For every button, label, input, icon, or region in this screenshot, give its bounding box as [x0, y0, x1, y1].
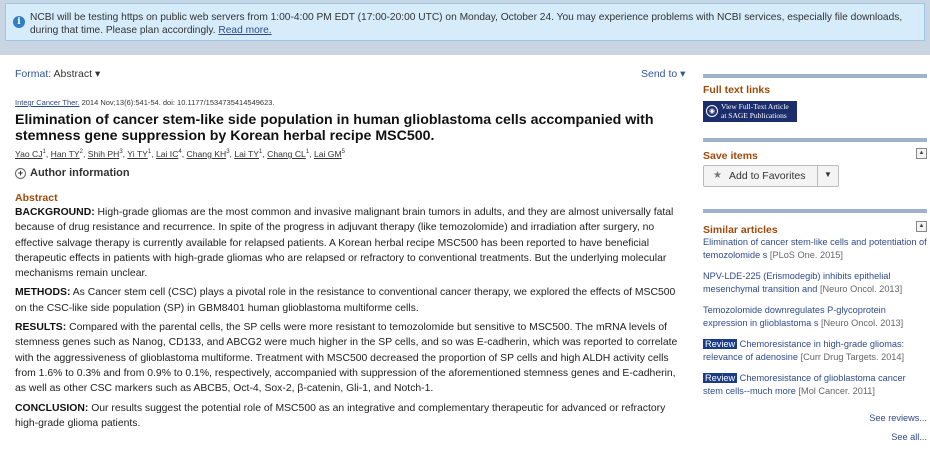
format-selector[interactable]: Format: Abstract ▾: [15, 68, 100, 80]
author-affiliation-number: 1: [305, 149, 310, 156]
abstract-section-text: Our results suggest the potential role o…: [15, 402, 666, 429]
abstract-section-label: BACKGROUND:: [15, 207, 95, 218]
abstract-section-label: CONCLUSION:: [15, 402, 89, 414]
read-more-link[interactable]: Read more.: [218, 25, 271, 36]
abstract-section-text: Compared with the parental cells, the SP…: [15, 322, 678, 395]
review-badge: Review: [703, 373, 738, 383]
similar-article-source: [PLoS One. 2015]: [769, 249, 843, 260]
journal-link[interactable]: Integr Cancer Ther.: [15, 98, 79, 107]
similar-article-source: [Mol Cancer. 2011]: [798, 385, 875, 396]
send-to-menu[interactable]: Send to ▾: [641, 68, 685, 80]
save-items-section: Save items ▲: [703, 138, 927, 162]
sage-badge-text: View Full-Text Article at SAGE Publicatio…: [721, 102, 789, 120]
author-affiliation-number: 3: [226, 149, 230, 156]
author-list: Yao CJ1, Han TY2, Shih PH3, Yi TY1, Lai …: [15, 149, 345, 159]
collapse-icon[interactable]: ▲: [916, 221, 927, 232]
section-divider: [703, 138, 927, 142]
citation-details: 2014 Nov;13(6):541-54. doi: 10.1177/1534…: [79, 98, 275, 107]
similar-article-link[interactable]: Review Chemoresistance of glioblastoma c…: [703, 372, 927, 397]
author-link[interactable]: Yao CJ: [15, 149, 43, 159]
author-link[interactable]: Chang KH: [187, 149, 227, 159]
info-icon: i: [13, 16, 25, 28]
abstract-section-label: RESULTS:: [15, 322, 67, 334]
similar-articles-heading: Similar articles: [703, 224, 778, 236]
abstract-body: BACKGROUND: High-grade gliomas are the m…: [15, 205, 683, 435]
abstract-section-label: METHODS:: [15, 287, 71, 299]
author-info-label: Author information: [30, 167, 130, 179]
notice-text: NCBI will be testing https on public web…: [30, 11, 910, 37]
notice-message: NCBI will be testing https on public web…: [30, 12, 903, 36]
chevron-down-icon[interactable]: ▼: [824, 170, 832, 179]
abstract-paragraph: CONCLUSION: Our results suggest the pote…: [15, 401, 683, 432]
sage-badge-line2: at SAGE Publications: [721, 110, 787, 120]
similar-article-link[interactable]: NPV-LDE-225 (Erismodegib) inhibits epith…: [703, 270, 927, 295]
author-link[interactable]: Lai GM: [314, 149, 342, 159]
article-title: Elimination of cancer stem-like side pop…: [15, 112, 654, 144]
citation: Integr Cancer Ther. 2014 Nov;13(6):541-5…: [15, 98, 275, 107]
see-all-link[interactable]: See all...: [891, 432, 927, 442]
author-affiliation-number: 5: [341, 149, 345, 156]
similar-article-link[interactable]: Temozolomide downregulates P-glycoprotei…: [703, 304, 927, 329]
abstract-section-text: High-grade gliomas are the most common a…: [15, 207, 674, 280]
author-affiliation-number: 4: [178, 149, 182, 156]
sage-full-text-link[interactable]: ◉ View Full-Text Article at SAGE Publicat…: [703, 101, 797, 122]
full-text-heading: Full text links: [703, 84, 771, 96]
chevron-down-icon: ▾: [94, 68, 101, 80]
author-link[interactable]: Lai TY: [234, 149, 259, 159]
full-text-section: Full text links: [703, 74, 927, 96]
author-link[interactable]: Chang CL: [267, 149, 306, 159]
similar-articles-section: Similar articles ▲: [703, 209, 927, 236]
chevron-down-icon: ▾: [680, 68, 686, 80]
author-affiliation-number: 1: [42, 149, 46, 156]
section-divider: [703, 74, 927, 78]
author-link[interactable]: Shih PH: [88, 149, 120, 159]
page-content: Format: Abstract ▾ Send to ▾ Integr Canc…: [0, 55, 930, 450]
similar-article-source: [Neuro Oncol. 2013]: [819, 283, 903, 294]
review-badge: Review: [703, 339, 738, 349]
similar-article-source: [Curr Drug Targets. 2014]: [800, 351, 905, 362]
similar-article-source: [Neuro Oncol. 2013]: [820, 317, 904, 328]
author-affiliation-number: 3: [119, 149, 123, 156]
section-divider: [703, 209, 927, 213]
add-to-favorites-button[interactable]: ★ Add to Favorites ▼: [703, 165, 839, 187]
abstract-paragraph: METHODS: As Cancer stem cell (CSC) plays…: [15, 285, 683, 316]
format-label: Format:: [15, 68, 52, 80]
plus-icon: +: [15, 168, 26, 179]
add-to-favorites-label: Add to Favorites: [729, 170, 806, 182]
send-to-label: Send to: [641, 68, 678, 80]
similar-article-link[interactable]: Elimination of cancer stem-like cells an…: [703, 236, 927, 261]
sage-logo-icon: ◉: [706, 105, 718, 117]
button-divider: [817, 166, 818, 186]
abstract-section-text: As Cancer stem cell (CSC) plays a pivota…: [15, 287, 676, 314]
similar-articles-list: Elimination of cancer stem-like cells an…: [703, 236, 927, 406]
format-value: Abstract: [53, 68, 93, 80]
abstract-paragraph: BACKGROUND: High-grade gliomas are the m…: [15, 205, 683, 281]
abstract-heading: Abstract: [15, 192, 58, 204]
similar-article-link[interactable]: Review Chemoresistance in high-grade gli…: [703, 338, 927, 363]
author-affiliation-number: 1: [147, 149, 152, 156]
save-items-heading: Save items: [703, 150, 758, 162]
see-reviews-link[interactable]: See reviews...: [869, 413, 927, 423]
notice-banner: i NCBI will be testing https on public w…: [5, 3, 925, 41]
star-icon: ★: [713, 170, 722, 181]
abstract-paragraph: RESULTS: Compared with the parental cell…: [15, 320, 683, 396]
author-link[interactable]: Lai IC: [156, 149, 178, 159]
author-link[interactable]: Yi TY: [127, 149, 148, 159]
author-affiliation-number: 2: [79, 149, 83, 156]
collapse-icon[interactable]: ▲: [916, 148, 927, 159]
author-info-toggle[interactable]: + Author information: [15, 167, 130, 179]
author-link[interactable]: Han TY: [51, 149, 80, 159]
author-affiliation-number: 1: [259, 149, 263, 156]
